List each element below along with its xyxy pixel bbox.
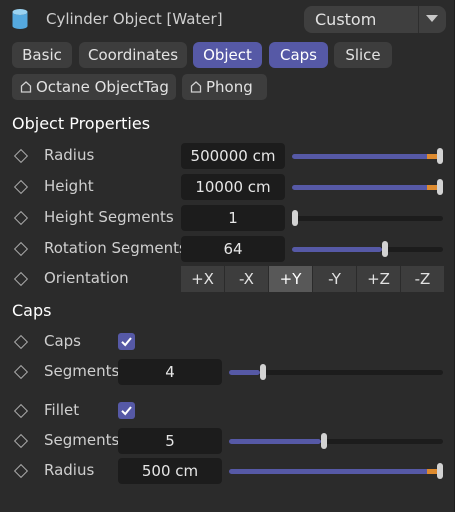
keyframe-diamond-icon[interactable] xyxy=(13,210,29,226)
caps-segments-slider[interactable] xyxy=(229,359,443,385)
attribute-manager-panel: Cylinder Object [Water] Custom Basic Coo… xyxy=(0,0,455,512)
caps-checkbox[interactable] xyxy=(118,333,135,350)
tag-label: Octane ObjectTag xyxy=(36,78,169,96)
checkmark-icon xyxy=(121,406,132,416)
fillet-segments-row: Segments 5 xyxy=(0,428,455,454)
radius-field[interactable]: 500000 cm xyxy=(181,143,285,169)
orientation-option-neg-x[interactable]: -X xyxy=(225,266,268,292)
fillet-label: Fillet xyxy=(44,401,80,419)
object-title: Cylinder Object [Water] xyxy=(46,10,223,28)
tab-coordinates[interactable]: Coordinates xyxy=(79,42,187,68)
cylinder-icon xyxy=(12,8,28,29)
slider-fill xyxy=(292,154,437,159)
slider-handle[interactable] xyxy=(292,210,298,226)
height-row: Height 10000 cm xyxy=(0,174,455,200)
slider-fill xyxy=(229,370,260,375)
slider-handle[interactable] xyxy=(437,463,443,479)
radius-slider[interactable] xyxy=(292,143,443,169)
rotation-segments-label: Rotation Segments xyxy=(44,239,187,257)
orientation-option-neg-y[interactable]: -Y xyxy=(313,266,356,292)
height-segments-label: Height Segments xyxy=(44,208,174,226)
orientation-option-pos-z[interactable]: +Z xyxy=(357,266,400,292)
fillet-radius-slider[interactable] xyxy=(229,458,443,484)
tag-icon xyxy=(190,81,202,93)
height-label: Height xyxy=(44,177,94,195)
fillet-row: Fillet xyxy=(0,398,455,424)
slider-overflow-marker xyxy=(427,185,437,190)
slider-track xyxy=(292,216,443,221)
tag-label: Phong xyxy=(206,78,253,96)
fillet-radius-label: Radius xyxy=(44,461,95,479)
preset-dropdown[interactable]: Custom xyxy=(304,6,446,33)
slider-fill xyxy=(292,185,437,190)
fillet-radius-row: Radius 500 cm xyxy=(0,458,455,484)
tab-caps[interactable]: Caps xyxy=(269,42,328,68)
caps-label: Caps xyxy=(44,332,82,350)
keyframe-diamond-icon[interactable] xyxy=(13,241,29,257)
fillet-radius-field[interactable]: 500 cm xyxy=(118,458,222,484)
preset-label: Custom xyxy=(315,10,377,29)
caps-segments-row: Segments 4 xyxy=(0,359,455,385)
height-segments-slider[interactable] xyxy=(292,205,443,231)
slider-handle[interactable] xyxy=(321,433,327,449)
preset-divider xyxy=(418,6,419,33)
fillet-checkbox[interactable] xyxy=(118,402,135,419)
radius-label: Radius xyxy=(44,146,95,164)
orientation-row: Orientation +X -X +Y -Y +Z -Z xyxy=(0,266,455,292)
object-properties-heading: Object Properties xyxy=(12,114,151,133)
tab-basic[interactable]: Basic xyxy=(12,42,72,68)
rotation-segments-slider[interactable] xyxy=(292,236,443,262)
caps-segments-field[interactable]: 4 xyxy=(118,359,222,385)
fillet-segments-label: Segments xyxy=(44,431,120,449)
slider-fill xyxy=(229,469,437,474)
height-segments-field[interactable]: 1 xyxy=(181,205,285,231)
slider-handle[interactable] xyxy=(437,179,443,195)
keyframe-diamond-icon[interactable] xyxy=(13,148,29,164)
keyframe-diamond-icon[interactable] xyxy=(13,403,29,419)
keyframe-diamond-icon[interactable] xyxy=(13,364,29,380)
slider-handle[interactable] xyxy=(260,364,266,380)
slider-fill xyxy=(292,247,382,252)
orientation-label: Orientation xyxy=(44,269,129,287)
height-slider[interactable] xyxy=(292,174,443,200)
orientation-option-pos-x[interactable]: +X xyxy=(181,266,224,292)
keyframe-diamond-icon[interactable] xyxy=(13,463,29,479)
keyframe-diamond-icon[interactable] xyxy=(13,334,29,350)
header: Cylinder Object [Water] Custom xyxy=(0,0,455,40)
keyframe-diamond-icon[interactable] xyxy=(13,433,29,449)
chevron-down-icon[interactable] xyxy=(426,15,438,22)
slider-overflow-marker xyxy=(427,154,437,159)
slider-handle[interactable] xyxy=(382,241,388,257)
orientation-option-pos-y[interactable]: +Y xyxy=(269,266,312,292)
tab-slice[interactable]: Slice xyxy=(334,42,392,68)
orientation-option-neg-z[interactable]: -Z xyxy=(401,266,444,292)
slider-handle[interactable] xyxy=(437,148,443,164)
rotation-segments-field[interactable]: 64 xyxy=(181,236,285,262)
rotation-segments-row: Rotation Segments 64 xyxy=(0,236,455,262)
fillet-segments-slider[interactable] xyxy=(229,428,443,454)
caps-row: Caps xyxy=(0,329,455,355)
height-field[interactable]: 10000 cm xyxy=(181,174,285,200)
tag-icon xyxy=(20,81,32,93)
fillet-segments-field[interactable]: 5 xyxy=(118,428,222,454)
keyframe-diamond-icon[interactable] xyxy=(13,179,29,195)
caps-heading: Caps xyxy=(12,301,52,320)
height-segments-row: Height Segments 1 xyxy=(0,205,455,231)
caps-segments-label: Segments xyxy=(44,362,120,380)
tab-object[interactable]: Object xyxy=(193,42,262,68)
octane-objecttag-button[interactable]: Octane ObjectTag xyxy=(12,74,176,100)
slider-overflow-marker xyxy=(427,469,437,474)
phong-tag-button[interactable]: Phong xyxy=(182,74,267,100)
checkmark-icon xyxy=(121,337,132,347)
radius-row: Radius 500000 cm xyxy=(0,143,455,169)
keyframe-diamond-icon[interactable] xyxy=(13,271,29,287)
slider-fill xyxy=(229,439,321,444)
